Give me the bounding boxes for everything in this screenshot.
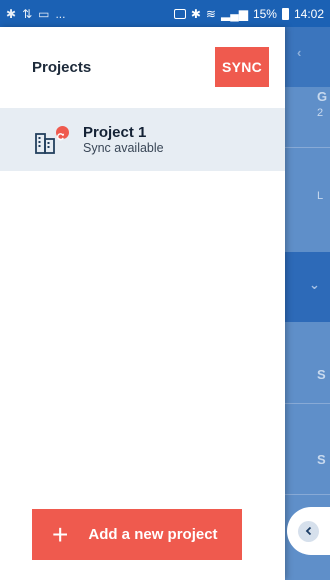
drawer-collapse-handle[interactable]	[287, 507, 330, 555]
project-building-icon	[35, 123, 71, 156]
status-right-icons: ✱ ≋ ▂▄▆ 15% 14:02	[173, 6, 324, 21]
status-bar: ✱ ⇅ ▭ ... ✱ ≋ ▂▄▆ 15% 14:02	[0, 0, 330, 27]
battery-icon	[281, 7, 289, 20]
background-toolbar	[285, 27, 330, 87]
background-divider-3	[285, 494, 330, 495]
project-text: Project 1 Sync available	[83, 124, 164, 156]
chevron-left-icon	[298, 520, 319, 542]
project-sync-status: Sync available	[83, 140, 164, 155]
battery-percent: 15%	[252, 6, 277, 21]
projects-drawer: Projects SYNC Project 1 Sync available +…	[0, 27, 285, 580]
background-letter-g: G	[317, 89, 328, 104]
sync-button[interactable]: SYNC	[215, 47, 269, 87]
background-divider-2	[285, 403, 330, 404]
background-chevron-icon: ⌄	[309, 277, 320, 292]
drawer-title: Projects	[32, 58, 92, 76]
bluetooth-icon: ✱	[190, 6, 201, 21]
background-letter-s2: S	[317, 452, 326, 467]
background-app: ‹ G 2 L ⌄ S S	[285, 27, 330, 580]
project-list-item[interactable]: Project 1 Sync available	[0, 108, 285, 171]
bluetooth-notification-icon: ✱	[6, 6, 17, 21]
project-name: Project 1	[83, 123, 147, 141]
status-left-icons: ✱ ⇅ ▭ ...	[6, 7, 65, 21]
transfer-notification-icon: ⇅	[22, 6, 33, 21]
signal-icon: ▂▄▆	[220, 6, 248, 21]
background-back-icon: ‹	[297, 45, 302, 60]
background-band	[285, 252, 330, 322]
add-new-project-label: Add a new project	[88, 526, 218, 543]
image-notification-icon: ▭	[38, 6, 50, 21]
add-new-project-button[interactable]: + Add a new project	[32, 509, 242, 560]
clock: 14:02	[293, 6, 324, 21]
drawer-header: Projects SYNC	[0, 27, 285, 107]
plus-icon: +	[52, 518, 69, 550]
background-letter-s1: S	[317, 367, 326, 382]
background-letter-l: L	[317, 190, 324, 202]
background-letter-2: 2	[317, 107, 324, 119]
cast-icon	[173, 8, 186, 19]
sync-available-icon	[54, 123, 71, 141]
more-notifications-indicator: ...	[55, 6, 66, 21]
wifi-icon: ≋	[205, 6, 216, 21]
background-divider	[285, 147, 330, 148]
